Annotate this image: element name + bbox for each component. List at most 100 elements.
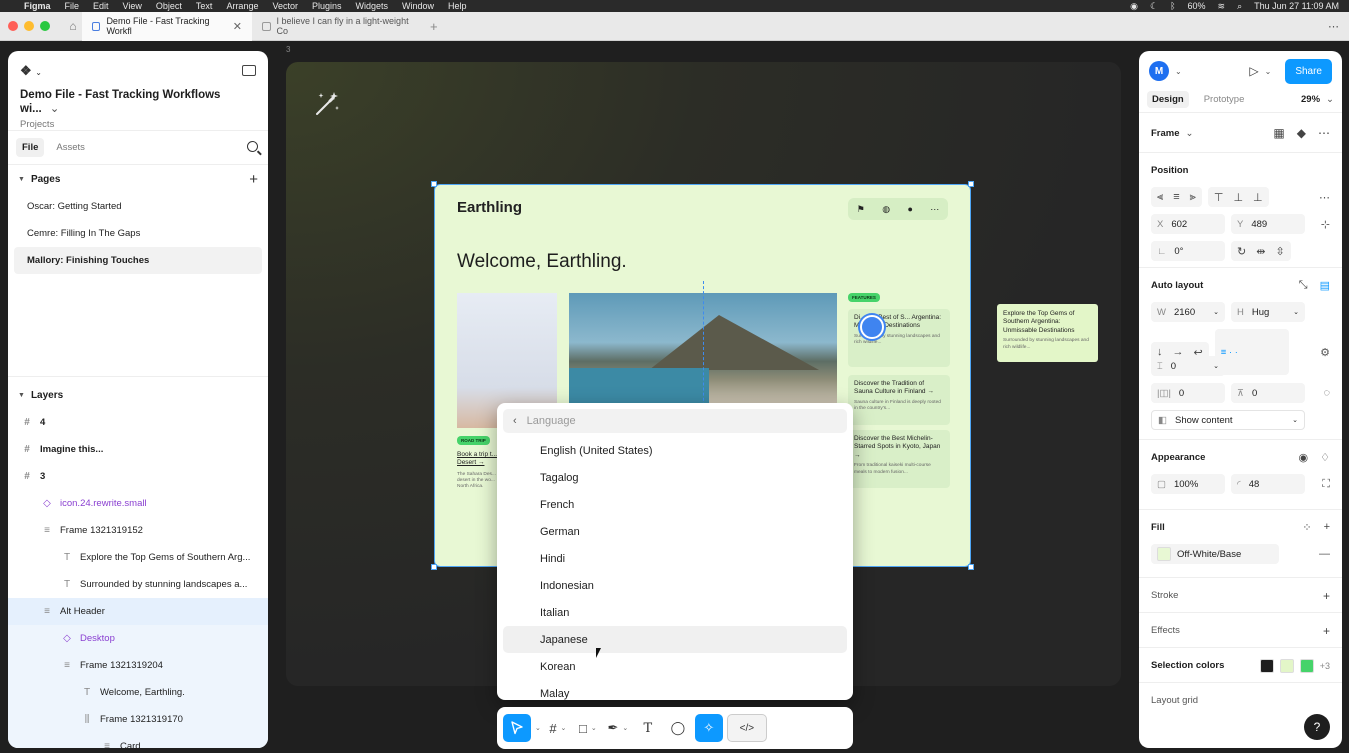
menu-edit[interactable]: Edit [93, 1, 109, 11]
fill-style-field[interactable]: Off-White/Base [1151, 544, 1279, 564]
zoom-dropdown[interactable]: 29% ⌄ [1301, 94, 1334, 105]
effects-label[interactable]: Effects + [1151, 613, 1330, 648]
add-stroke-icon[interactable]: + [1323, 589, 1330, 603]
projects-link[interactable]: Projects [20, 119, 256, 130]
chevron-left-icon[interactable]: ‹ [513, 415, 517, 427]
home-icon[interactable]: ⌂ [64, 17, 82, 35]
record-icon[interactable]: ◉ [1130, 1, 1138, 12]
search-icon[interactable] [247, 141, 258, 152]
menu-arrange[interactable]: Arrange [226, 1, 258, 11]
align-bottom-icon[interactable]: ⊥ [1253, 191, 1263, 204]
browser-tab-demo-file[interactable]: Demo File - Fast Tracking Workfl ✕ [82, 11, 252, 41]
horizontal-padding-field[interactable]: |◫| 0 [1151, 383, 1225, 403]
language-option[interactable]: Malay [503, 680, 847, 700]
menu-vector[interactable]: Vector [272, 1, 298, 11]
add-effect-icon[interactable]: + [1323, 624, 1330, 638]
selection-color-swatch[interactable] [1279, 658, 1294, 673]
corner-radius-field[interactable]: ◜ 48 [1231, 474, 1305, 494]
more-icon[interactable]: ⋯ [1319, 191, 1330, 204]
floating-card[interactable]: Explore the Top Gems of Southern Argenti… [997, 304, 1098, 362]
language-option[interactable]: Hindi [503, 545, 847, 572]
selection-color-swatch[interactable] [1259, 658, 1274, 673]
align-middle-icon[interactable]: ⊥ [1233, 191, 1243, 204]
wifi-icon[interactable]: ≋ [1218, 1, 1226, 12]
layer-row[interactable]: #3 [8, 463, 268, 490]
menu-help[interactable]: Help [448, 1, 467, 11]
shape-tool-button[interactable]: □ ⌄ [575, 714, 601, 742]
rotate-icon[interactable]: ↻ [1237, 245, 1246, 258]
x-field[interactable]: X 602 [1151, 214, 1225, 234]
layer-row[interactable]: T Welcome, Earthling. [8, 679, 268, 706]
opacity-field[interactable]: ▢ 100% [1151, 474, 1225, 494]
layout-grid-label[interactable]: Layout grid [1151, 683, 1330, 718]
language-option[interactable]: Italian [503, 599, 847, 626]
layer-row[interactable]: ⫼ Frame 1321319170 [8, 706, 268, 733]
layer-row[interactable]: T Explore the Top Gems of Southern Arg... [8, 544, 268, 571]
bluetooth-icon[interactable]: ᛒ [1170, 1, 1175, 11]
language-option[interactable]: Korean [503, 653, 847, 680]
tab-design[interactable]: Design [1147, 91, 1189, 108]
layer-row[interactable]: ≡ Frame 1321319204 [8, 652, 268, 679]
language-option[interactable]: Indonesian [503, 572, 847, 599]
dev-mode-toggle[interactable]: </> [726, 714, 767, 742]
layer-row[interactable]: ≡ Frame 1321319152 [8, 517, 268, 544]
chevron-down-icon[interactable]: ⌄ [535, 724, 541, 732]
menu-file[interactable]: File [65, 1, 80, 11]
pen-tool-button[interactable]: ✒ ⌄ [605, 714, 631, 742]
width-field[interactable]: W 2160 ⌄ [1151, 302, 1225, 322]
eye-icon[interactable]: ◉ [1299, 451, 1309, 464]
tab-prototype[interactable]: Prototype [1199, 91, 1250, 108]
add-page-icon[interactable]: + [249, 171, 258, 188]
remove-fill-icon[interactable]: — [1319, 548, 1330, 560]
frame-tool-button[interactable]: # ⌄ [545, 714, 571, 742]
constraints-icon[interactable]: ⊹ [1321, 218, 1330, 231]
zoom-window-button[interactable] [40, 21, 50, 31]
actions-ai-button[interactable]: ✧ [694, 714, 723, 742]
resize-handle[interactable] [968, 564, 974, 570]
resize-handle[interactable] [431, 564, 437, 570]
height-field[interactable]: H Hug ⌄ [1231, 302, 1305, 322]
resize-handle[interactable] [431, 181, 437, 187]
layer-row[interactable]: ≡ Alt Header [8, 598, 268, 625]
drop-icon[interactable]: ♢ [1320, 451, 1330, 464]
minimize-window-button[interactable] [24, 21, 34, 31]
layer-row[interactable]: T Surrounded by stunning landscapes a... [8, 571, 268, 598]
move-tool-button[interactable] [503, 714, 531, 742]
settings-icon[interactable]: ⚙ [1320, 346, 1330, 359]
file-title[interactable]: Demo File - Fast Tracking Workflows wi..… [20, 89, 256, 115]
language-menu-header[interactable]: ‹ Language [503, 409, 847, 433]
gap-field[interactable]: ⌶ 0 ⌄ [1151, 356, 1225, 376]
moon-icon[interactable]: ☾ [1150, 1, 1158, 12]
close-window-button[interactable] [8, 21, 18, 31]
text-tool-button[interactable]: T [635, 714, 661, 742]
layer-row[interactable]: # Imagine this... [8, 436, 268, 463]
chevron-down-icon[interactable]: ⌄ [1175, 67, 1182, 76]
menu-text[interactable]: Text [196, 1, 213, 11]
more-colors-count[interactable]: +3 [1320, 661, 1330, 671]
resize-handle[interactable] [968, 181, 974, 187]
clock-text[interactable]: Thu Jun 27 11:09 AM [1254, 1, 1339, 11]
panel-toggle-icon[interactable] [242, 65, 256, 76]
fill-swatch[interactable] [1157, 547, 1171, 561]
selection-color-swatch[interactable] [1299, 658, 1314, 673]
collapse-icon[interactable]: ⤡ [1299, 279, 1308, 292]
menu-window[interactable]: Window [402, 1, 434, 11]
padding-icon[interactable]: ◌ [1323, 387, 1330, 399]
expand-corners-icon[interactable]: ⛶ [1322, 478, 1330, 491]
layers-header[interactable]: ▼ Layers [8, 381, 268, 409]
share-button[interactable]: Share [1285, 58, 1332, 84]
align-center-icon[interactable]: ≡ [1173, 191, 1179, 203]
chevron-down-icon[interactable]: ⌄ [1265, 67, 1272, 76]
language-option[interactable]: German [503, 518, 847, 545]
more-icon[interactable]: ⋯ [1318, 126, 1330, 140]
menu-object[interactable]: Object [156, 1, 182, 11]
search-icon[interactable]: ⌕ [1237, 1, 1242, 12]
language-option[interactable]: Tagalog [503, 464, 847, 491]
browser-tab-second[interactable]: I believe I can fly in a light-weight Co [252, 12, 422, 41]
tab-file[interactable]: File [16, 138, 45, 157]
component-icon[interactable]: ◆ [1297, 126, 1306, 140]
layer-row[interactable]: #4 [8, 409, 268, 436]
page-item-cemre[interactable]: Cemre: Filling In The Gaps [14, 220, 262, 247]
stroke-label[interactable]: Stroke + [1151, 578, 1330, 613]
figma-menu-icon[interactable]: ❖ ⌄ [20, 63, 256, 79]
